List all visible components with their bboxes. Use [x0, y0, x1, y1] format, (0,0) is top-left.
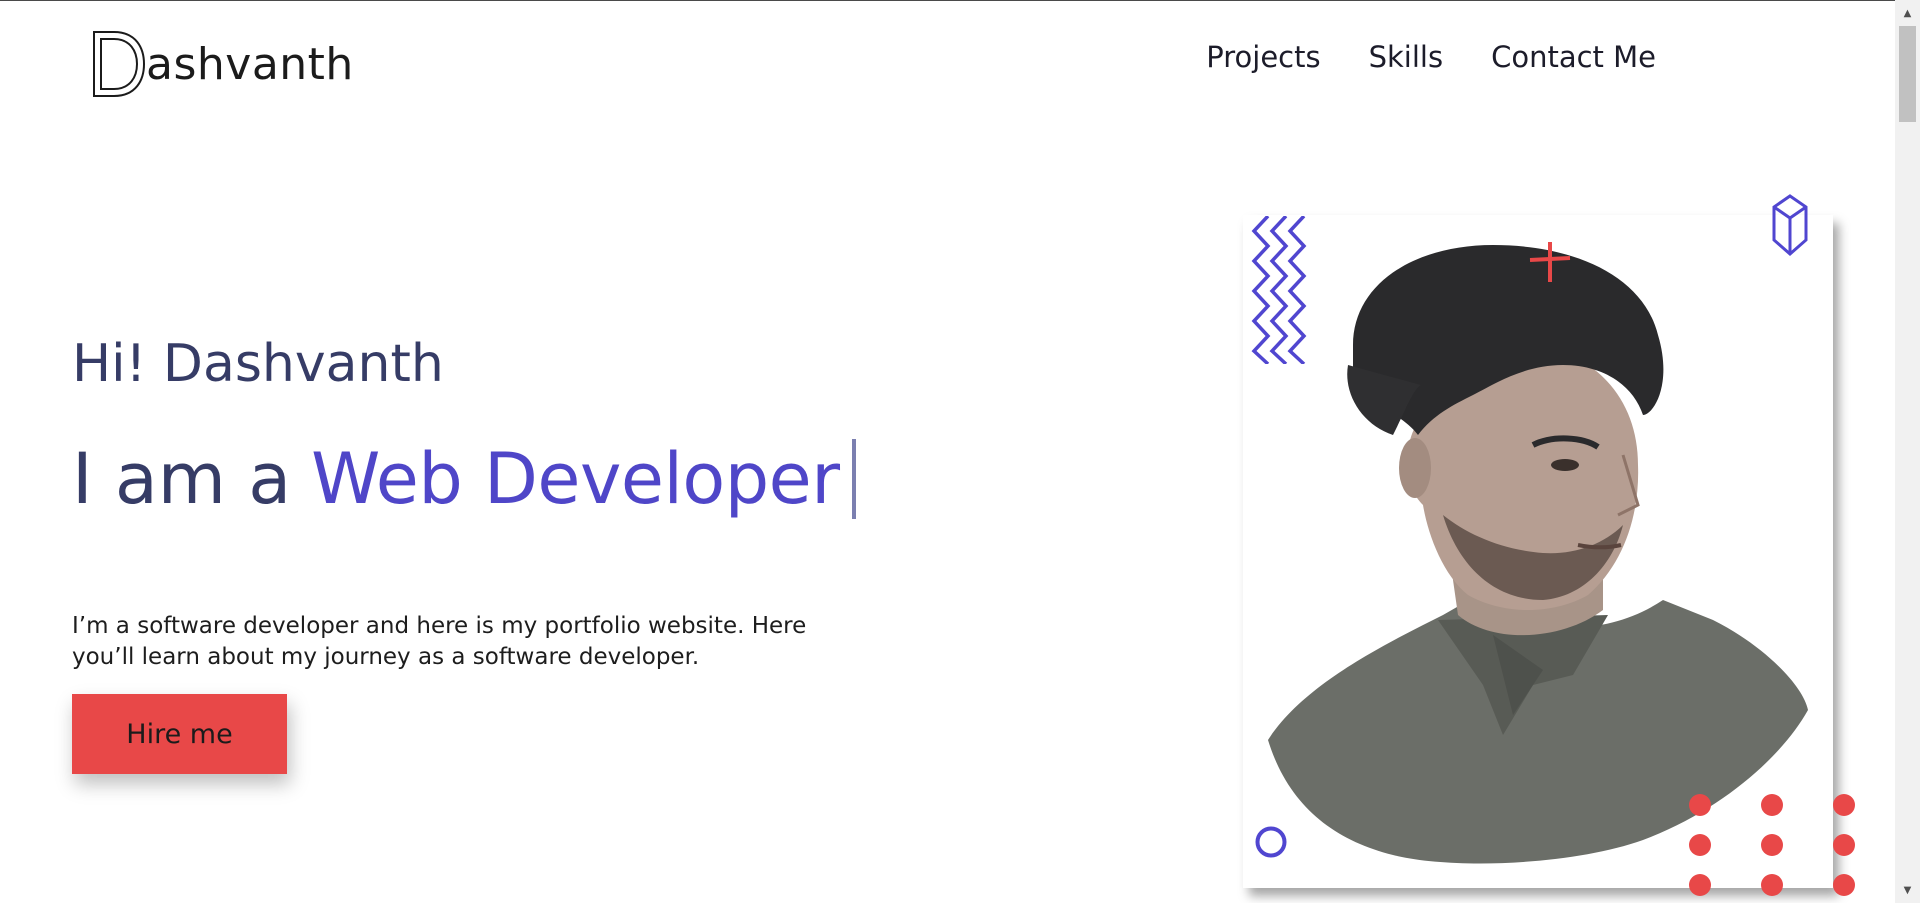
hero-bio: I’m a software developer and here is my … [72, 613, 807, 670]
plus-decoration-icon [1529, 242, 1571, 282]
hire-me-button[interactable]: Hire me [72, 694, 287, 774]
headline-prefix: I am a [72, 438, 292, 520]
profile-portrait [1268, 245, 1808, 864]
nav-link-skills[interactable]: Skills [1369, 40, 1443, 74]
scrollbar-thumb[interactable] [1899, 26, 1916, 122]
scroll-down-arrow-icon[interactable]: ▼ [1895, 879, 1920, 901]
profile-photo-card [1243, 215, 1833, 888]
site-logo[interactable]: ashvanth [92, 30, 354, 98]
hero-greeting: Hi! Dashvanth [72, 334, 444, 394]
cube-outline-icon [1772, 194, 1808, 256]
scroll-up-arrow-icon[interactable]: ▲ [1895, 2, 1920, 24]
zigzag-decoration-icon [1251, 216, 1307, 364]
typing-caret [851, 439, 856, 519]
logo-d-icon [93, 31, 146, 97]
page-top-border [0, 0, 1920, 1]
logo-text: ashvanth [146, 38, 354, 90]
hero-headline: I am a Web Developer [72, 438, 856, 520]
dot-grid-icon [1689, 794, 1855, 896]
headline-role: Web Developer [311, 438, 840, 520]
nav-link-contact-me[interactable]: Contact Me [1491, 40, 1656, 74]
page-scrollbar[interactable]: ▲ ▼ [1895, 0, 1920, 903]
nav-link-projects[interactable]: Projects [1206, 40, 1320, 74]
main-nav: Projects Skills Contact Me [1206, 40, 1656, 74]
circle-outline-icon [1255, 826, 1287, 858]
